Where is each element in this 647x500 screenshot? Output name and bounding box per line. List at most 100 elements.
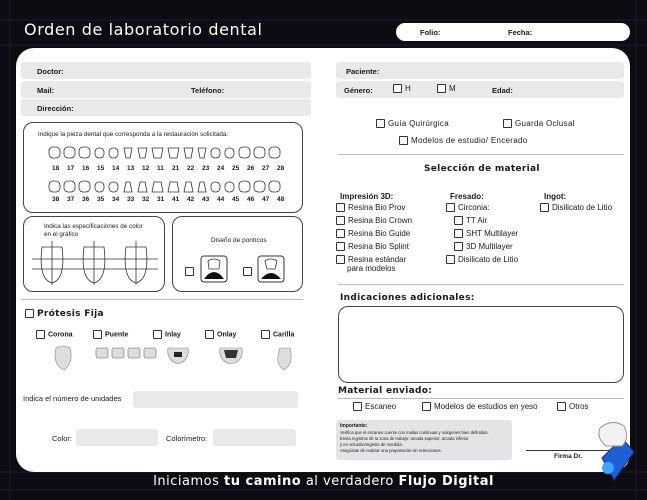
prosthesis-puente-option[interactable]: Puente xyxy=(93,330,128,339)
fresado-checkbox[interactable] xyxy=(446,255,455,265)
fresado-checkbox[interactable] xyxy=(454,216,463,226)
importante-line: y en oclusión/registro de mordida. xyxy=(340,442,403,447)
fresado-label: SHT Multilayer xyxy=(466,229,519,238)
genero-m-option[interactable]: M xyxy=(437,84,456,94)
impresion-option[interactable]: Resina Bio Guide xyxy=(336,229,410,239)
fresado-checkbox[interactable] xyxy=(454,242,463,252)
impresion-checkbox[interactable] xyxy=(336,255,345,265)
indicaciones-heading: Indicaciones adicionales: xyxy=(340,293,475,303)
escaneo-checkbox[interactable] xyxy=(353,402,362,412)
impresion-option[interactable]: Resina Bio Crown xyxy=(336,216,413,226)
impresion-label: Resina Bio Prov xyxy=(348,203,406,212)
guarda-oclusal-option[interactable]: Guarda Oclusal xyxy=(503,119,575,129)
impresion-label: Resina Bio Crown xyxy=(348,216,413,225)
fresado-option[interactable]: Circonia: xyxy=(446,203,490,213)
genero-m-checkbox[interactable] xyxy=(437,84,446,94)
fresado-heading: Fresado: xyxy=(450,192,484,201)
firma-label: Firma Dr. xyxy=(554,453,583,460)
otros-checkbox[interactable] xyxy=(557,402,566,412)
protesis-fija-checkbox[interactable] xyxy=(25,309,34,318)
tooth-number: 16 xyxy=(82,165,90,172)
color-spec-diagram[interactable] xyxy=(30,239,160,285)
divider xyxy=(338,154,624,155)
tooth-number: 23 xyxy=(202,165,210,172)
impresion-checkbox[interactable] xyxy=(336,203,345,213)
fresado-option[interactable]: Disilicato de Litio xyxy=(446,255,519,265)
ingot-option[interactable]: Disilicato de Litio xyxy=(540,203,612,213)
unidades-input[interactable] xyxy=(133,391,298,408)
color-label: Color: xyxy=(52,434,73,443)
tooth-number: 43 xyxy=(202,196,210,203)
fresado-label: Disilicato de Litio xyxy=(458,255,519,264)
direccion-label: Dirección: xyxy=(37,104,74,113)
modelos-yeso-label: Modelos de estudios en yeso xyxy=(434,402,538,411)
modelos-yeso-checkbox[interactable] xyxy=(422,402,431,412)
impresion-checkbox[interactable] xyxy=(336,229,345,239)
guia-checkbox[interactable] xyxy=(376,119,385,129)
tooth-number: 13 xyxy=(127,165,135,172)
impresion-option[interactable]: Resina Bio Splint xyxy=(336,242,409,252)
folio-fecha-bar: Folio: Fecha: xyxy=(396,23,630,41)
material-escaneo-option[interactable]: Escaneo xyxy=(353,402,396,412)
divider xyxy=(338,398,624,399)
guarda-checkbox[interactable] xyxy=(503,119,512,129)
material-modelos-option[interactable]: Modelos de estudios en yeso xyxy=(422,402,538,412)
color-input[interactable] xyxy=(76,429,158,446)
ingot-checkbox[interactable] xyxy=(540,203,549,213)
tooth-number: 18 xyxy=(52,165,60,172)
direccion-field[interactable]: Dirección: xyxy=(21,99,311,116)
genero-h-checkbox[interactable] xyxy=(393,84,402,94)
impresion-option[interactable]: Resina Bio Prov xyxy=(336,203,406,213)
prosthesis-label: Onlay xyxy=(217,331,237,339)
tooth-number: 24 xyxy=(217,165,225,172)
footer-slogan: Iniciamos tu camino al verdadero Flujo D… xyxy=(0,474,647,489)
genero-h-option[interactable]: H xyxy=(393,84,411,94)
pontic-option-2-checkbox[interactable] xyxy=(243,267,252,276)
impresion-checkbox[interactable] xyxy=(336,242,345,252)
prosthesis-checkbox[interactable] xyxy=(36,330,45,339)
tooth-number: 36 xyxy=(82,196,90,203)
prosthesis-carilla-option[interactable]: Carilla xyxy=(261,330,294,339)
tooth-number: 37 xyxy=(67,196,75,203)
lower-teeth-icons[interactable] xyxy=(48,179,286,195)
impresion-label-cont: para modelos xyxy=(347,264,396,273)
modelos-option[interactable]: Modelos de estudio/ Encerado xyxy=(399,136,527,146)
material-otros-option[interactable]: Otros xyxy=(557,402,589,412)
fresado-option[interactable]: TT Air xyxy=(454,216,487,226)
paciente-field[interactable]: Paciente: xyxy=(336,62,624,79)
impresion-option[interactable]: Resina estándar xyxy=(336,255,406,265)
order-sheet: Doctor: Mail: Teléfono: Dirección: Indiq… xyxy=(16,48,630,472)
tooth-number: 32 xyxy=(142,196,150,203)
fresado-checkbox[interactable] xyxy=(454,229,463,239)
prosthesis-inlay-option[interactable]: Inlay xyxy=(153,330,181,339)
fresado-option[interactable]: 3D Multilayer xyxy=(454,242,513,252)
prosthesis-checkbox[interactable] xyxy=(205,330,214,339)
guia-quirurgica-option[interactable]: Guía Quirúrgica xyxy=(376,119,449,129)
doctor-field[interactable]: Doctor: xyxy=(21,62,311,79)
prosthesis-onlay-option[interactable]: Onlay xyxy=(205,330,236,339)
tooth-number: 15 xyxy=(97,165,105,172)
protesis-fija-heading[interactable]: Prótesis Fija xyxy=(25,309,104,319)
pontic-design-box: Diseño de pontícos xyxy=(172,216,303,292)
prosthesis-checkbox[interactable] xyxy=(153,330,162,339)
prosthesis-corona-option[interactable]: Corona xyxy=(36,330,73,339)
colorimetro-input[interactable] xyxy=(213,429,296,446)
tooth-number: 12 xyxy=(142,165,150,172)
tooth-number: 35 xyxy=(97,196,105,203)
prosthesis-checkbox[interactable] xyxy=(261,330,270,339)
impresion-checkbox[interactable] xyxy=(336,216,345,226)
importante-title: Importante: xyxy=(340,423,368,429)
fresado-checkbox[interactable] xyxy=(446,203,455,213)
fresado-option[interactable]: SHT Multilayer xyxy=(454,229,519,239)
tooth-number: 31 xyxy=(157,196,165,203)
modelos-checkbox[interactable] xyxy=(399,136,408,146)
mail-telefono-field[interactable]: Mail: Teléfono: xyxy=(21,81,311,98)
genero-h-label: H xyxy=(405,84,411,93)
upper-teeth-icons[interactable] xyxy=(48,145,286,165)
tooth-number: 28 xyxy=(277,165,285,172)
material-enviado-heading: Material enviado: xyxy=(338,386,433,396)
prosthesis-checkbox[interactable] xyxy=(93,330,102,339)
indicaciones-textarea[interactable] xyxy=(338,306,624,383)
pontic-option-1-checkbox[interactable] xyxy=(185,267,194,276)
tooth-number: 25 xyxy=(232,165,240,172)
